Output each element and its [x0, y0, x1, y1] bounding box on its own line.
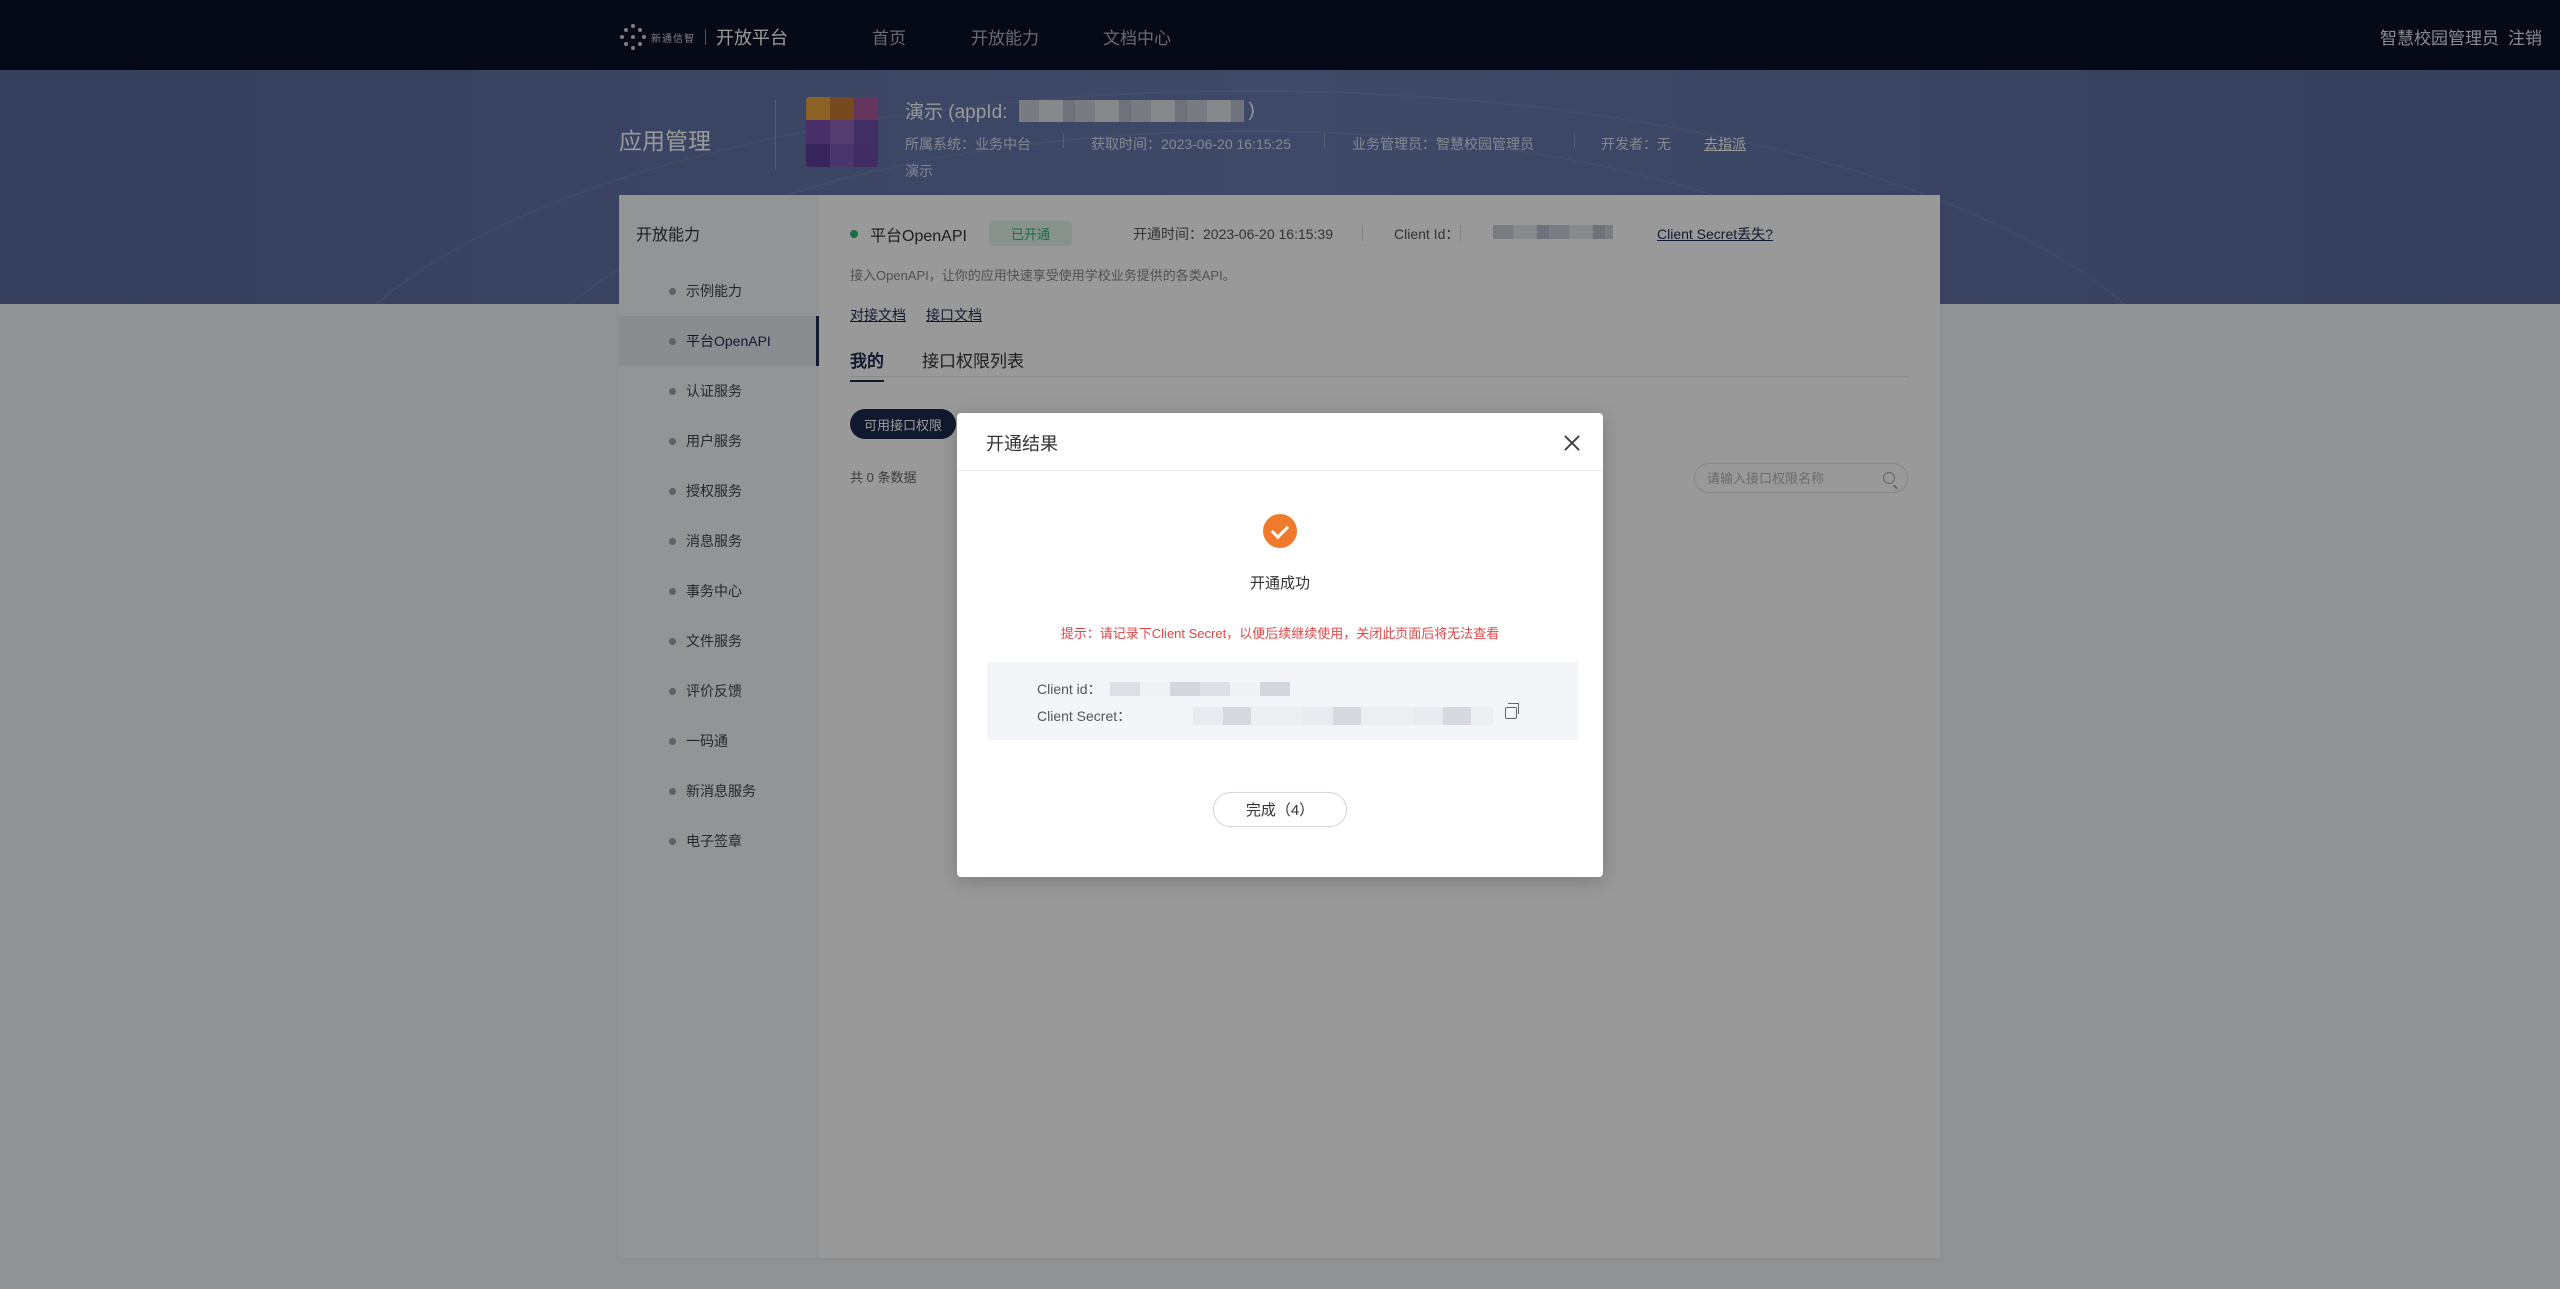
- client-secret-row: Client Secret：: [1037, 706, 1494, 726]
- client-id-row: Client id：: [1037, 679, 1290, 699]
- client-id-label: Client id：: [1037, 681, 1102, 697]
- copy-icon[interactable]: [1505, 703, 1519, 719]
- result-dialog: 开通结果 开通成功 提示：请记录下Client Secret，以便后续继续使用，…: [957, 413, 1603, 877]
- warning-tip: 提示：请记录下Client Secret，以便后续继续使用，关闭此页面后将无法查…: [1060, 626, 1500, 641]
- dialog-header: 开通结果: [957, 413, 1603, 471]
- client-secret-masked-value: [1193, 707, 1494, 725]
- credentials-box: Client id： Client Secret：: [987, 662, 1578, 740]
- close-icon[interactable]: [1563, 434, 1581, 452]
- success-check-icon: [1263, 514, 1297, 548]
- done-button[interactable]: 完成（4）: [1213, 792, 1347, 827]
- success-message: 开通成功: [1249, 575, 1310, 592]
- dialog-title: 开通结果: [986, 434, 1058, 454]
- client-secret-label: Client Secret：: [1037, 708, 1132, 724]
- client-id-masked-value: [1109, 682, 1290, 696]
